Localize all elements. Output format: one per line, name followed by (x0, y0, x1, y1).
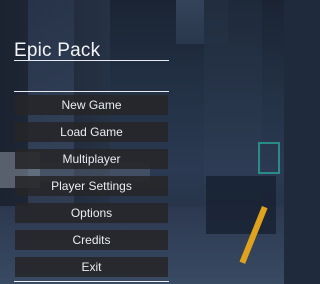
game-title: Epic Pack (14, 40, 101, 61)
main-menu: New Game Load Game Multiplayer Player Se… (15, 95, 168, 277)
exit-button[interactable]: Exit (15, 257, 168, 277)
new-game-button[interactable]: New Game (15, 95, 168, 115)
load-game-button[interactable]: Load Game (15, 122, 168, 142)
options-button[interactable]: Options (15, 203, 168, 223)
scene-teal-frame (258, 142, 280, 174)
multiplayer-button[interactable]: Multiplayer (15, 149, 168, 169)
scene-block (206, 176, 276, 234)
title-underline (14, 60, 169, 61)
menu-divider-bottom (14, 281, 169, 282)
credits-button[interactable]: Credits (15, 230, 168, 250)
menu-divider-top (14, 91, 169, 92)
player-settings-button[interactable]: Player Settings (15, 176, 168, 196)
main-menu-screen: Epic Pack New Game Load Game Multiplayer… (0, 0, 284, 284)
